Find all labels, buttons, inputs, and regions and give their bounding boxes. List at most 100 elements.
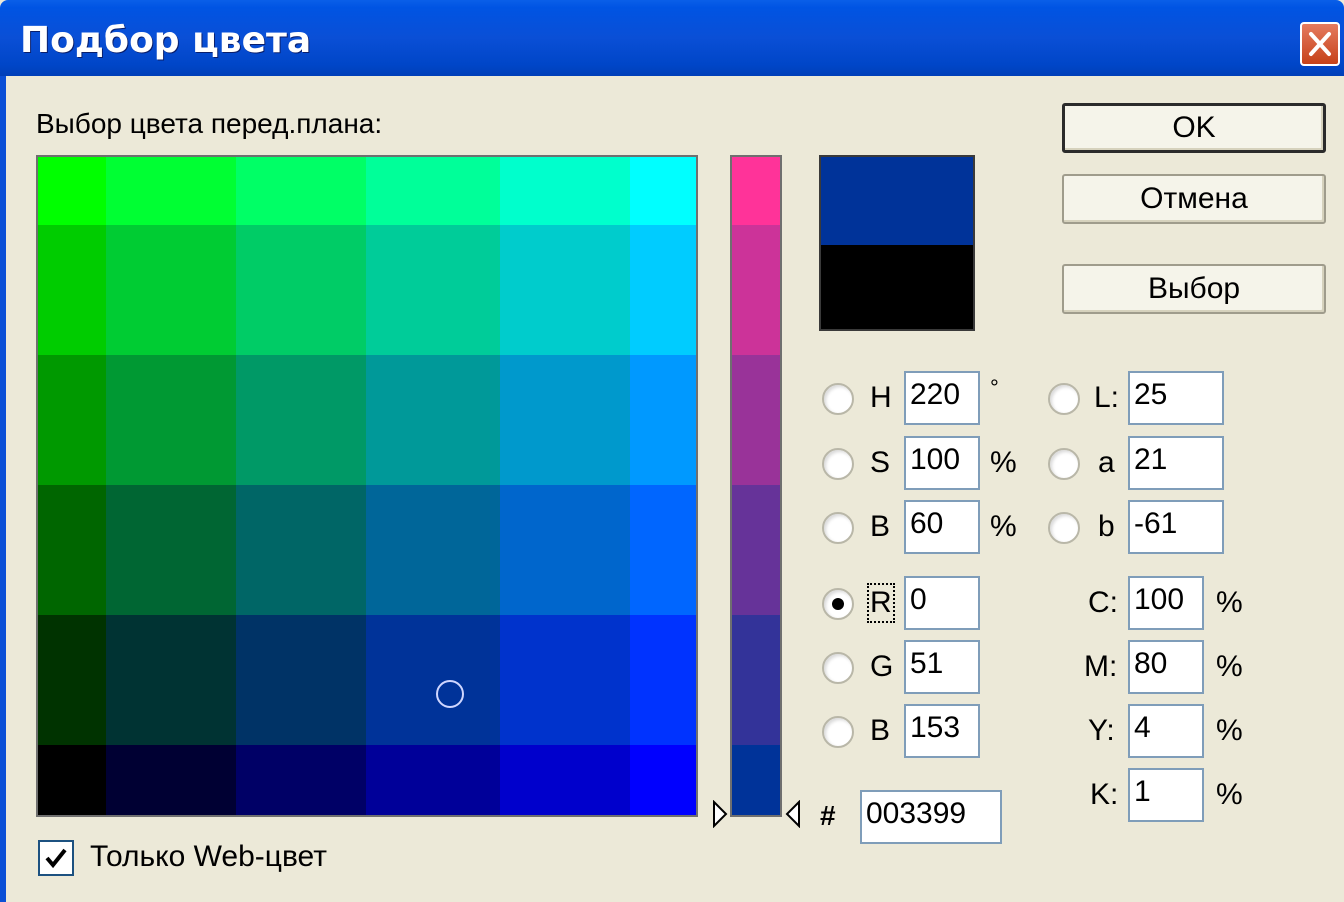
color-field-cell[interactable]	[500, 225, 630, 355]
hex-prefix: #	[820, 800, 836, 831]
window-title: Подбор цвета	[20, 20, 312, 61]
s-input[interactable]: 100	[904, 436, 980, 490]
color-field-cell[interactable]	[366, 745, 500, 815]
radio-a[interactable]	[1048, 448, 1080, 480]
b-lab-label: b	[1098, 510, 1115, 543]
color-field-cell[interactable]	[500, 485, 630, 615]
b-hsb-label: B	[870, 510, 891, 543]
b-hsb-unit: %	[990, 510, 1017, 543]
color-field-cell[interactable]	[500, 745, 630, 815]
y-unit: %	[1216, 714, 1243, 747]
radio-b-rgb[interactable]	[822, 716, 854, 748]
color-field-cell[interactable]	[236, 355, 366, 485]
c-label: C:	[1088, 586, 1118, 619]
color-slider[interactable]	[730, 155, 782, 817]
color-field-cell[interactable]	[106, 615, 236, 745]
color-field-cell[interactable]	[236, 745, 366, 815]
color-field-cell[interactable]	[366, 157, 500, 225]
m-unit: %	[1216, 650, 1243, 683]
web-only-checkbox[interactable]	[38, 840, 74, 876]
radio-h[interactable]	[822, 383, 854, 415]
radio-b-hsb[interactable]	[822, 512, 854, 544]
color-field-cell[interactable]	[500, 615, 630, 745]
radio-selected-dot	[832, 598, 844, 610]
color-field-cell[interactable]	[38, 157, 106, 225]
checkmark-icon	[45, 848, 67, 869]
slider-cell[interactable]	[732, 157, 780, 225]
color-preview	[819, 155, 975, 331]
color-field-cell[interactable]	[106, 745, 236, 815]
color-field-cell[interactable]	[38, 355, 106, 485]
color-field-cell[interactable]	[630, 225, 696, 355]
g-label: G	[870, 650, 894, 683]
color-field-cell[interactable]	[106, 355, 236, 485]
color-field-marker[interactable]	[436, 680, 464, 708]
radio-l[interactable]	[1048, 383, 1080, 415]
color-field-cell[interactable]	[630, 745, 696, 815]
b-rgb-input[interactable]: 153	[904, 704, 980, 758]
new-color-swatch	[821, 157, 973, 245]
y-label: Y:	[1088, 714, 1115, 747]
web-only-label: Только Web-цвет	[90, 840, 327, 873]
slider-cell[interactable]	[732, 615, 780, 745]
color-field-cell[interactable]	[630, 615, 696, 745]
radio-b-lab[interactable]	[1048, 512, 1080, 544]
color-field-cell[interactable]	[630, 157, 696, 225]
close-icon	[1309, 32, 1331, 56]
color-field-cell[interactable]	[236, 157, 366, 225]
h-input[interactable]: 220	[904, 371, 980, 425]
cancel-button[interactable]: Отмена	[1062, 174, 1326, 224]
color-field-cell[interactable]	[106, 485, 236, 615]
l-label: L:	[1094, 381, 1120, 414]
g-input[interactable]: 51	[904, 640, 980, 694]
m-label: M:	[1084, 650, 1118, 683]
color-field-cell[interactable]	[38, 615, 106, 745]
color-field-cell[interactable]	[630, 355, 696, 485]
h-label: H	[870, 381, 892, 414]
c-unit: %	[1216, 586, 1243, 619]
slider-cell[interactable]	[732, 225, 780, 355]
slider-arrow-left-icon[interactable]	[712, 800, 728, 828]
color-field[interactable]	[36, 155, 698, 817]
color-field-cell[interactable]	[236, 485, 366, 615]
k-input[interactable]: 1	[1128, 768, 1204, 822]
color-field-cell[interactable]	[106, 157, 236, 225]
color-field-cell[interactable]	[38, 225, 106, 355]
l-input[interactable]: 25	[1128, 371, 1224, 425]
s-label: S	[870, 446, 891, 479]
b-hsb-input[interactable]: 60	[904, 500, 980, 554]
color-field-cell[interactable]	[236, 225, 366, 355]
color-field-cell[interactable]	[38, 485, 106, 615]
slider-arrow-right-icon[interactable]	[785, 800, 801, 828]
y-input[interactable]: 4	[1128, 704, 1204, 758]
slider-cell[interactable]	[732, 355, 780, 485]
r-input[interactable]: 0	[904, 576, 980, 630]
color-field-cell[interactable]	[106, 225, 236, 355]
color-field-cell[interactable]	[366, 225, 500, 355]
color-field-cell[interactable]	[500, 157, 630, 225]
color-field-cell[interactable]	[366, 615, 500, 745]
slider-cell[interactable]	[732, 745, 780, 815]
color-field-cell[interactable]	[366, 355, 500, 485]
hex-input[interactable]: 003399	[860, 790, 1002, 844]
radio-s[interactable]	[822, 448, 854, 480]
old-color-swatch[interactable]	[821, 245, 973, 329]
radio-g[interactable]	[822, 652, 854, 684]
color-field-cell[interactable]	[38, 745, 106, 815]
color-field-cell[interactable]	[236, 615, 366, 745]
a-input[interactable]: 21	[1128, 436, 1224, 490]
close-button[interactable]	[1300, 22, 1340, 66]
b-lab-input[interactable]: -61	[1128, 500, 1224, 554]
color-field-cell[interactable]	[366, 485, 500, 615]
color-field-cell[interactable]	[500, 355, 630, 485]
c-input[interactable]: 100	[1128, 576, 1204, 630]
title-bar[interactable]: Подбор цвета	[0, 0, 1344, 76]
slider-cell[interactable]	[732, 485, 780, 615]
color-field-cell[interactable]	[630, 485, 696, 615]
r-label: R	[867, 583, 895, 623]
ok-button[interactable]: OK	[1062, 103, 1326, 153]
color-libraries-button[interactable]: Выбор	[1062, 264, 1326, 314]
radio-r[interactable]	[822, 588, 854, 620]
k-label: K:	[1090, 778, 1119, 811]
m-input[interactable]: 80	[1128, 640, 1204, 694]
